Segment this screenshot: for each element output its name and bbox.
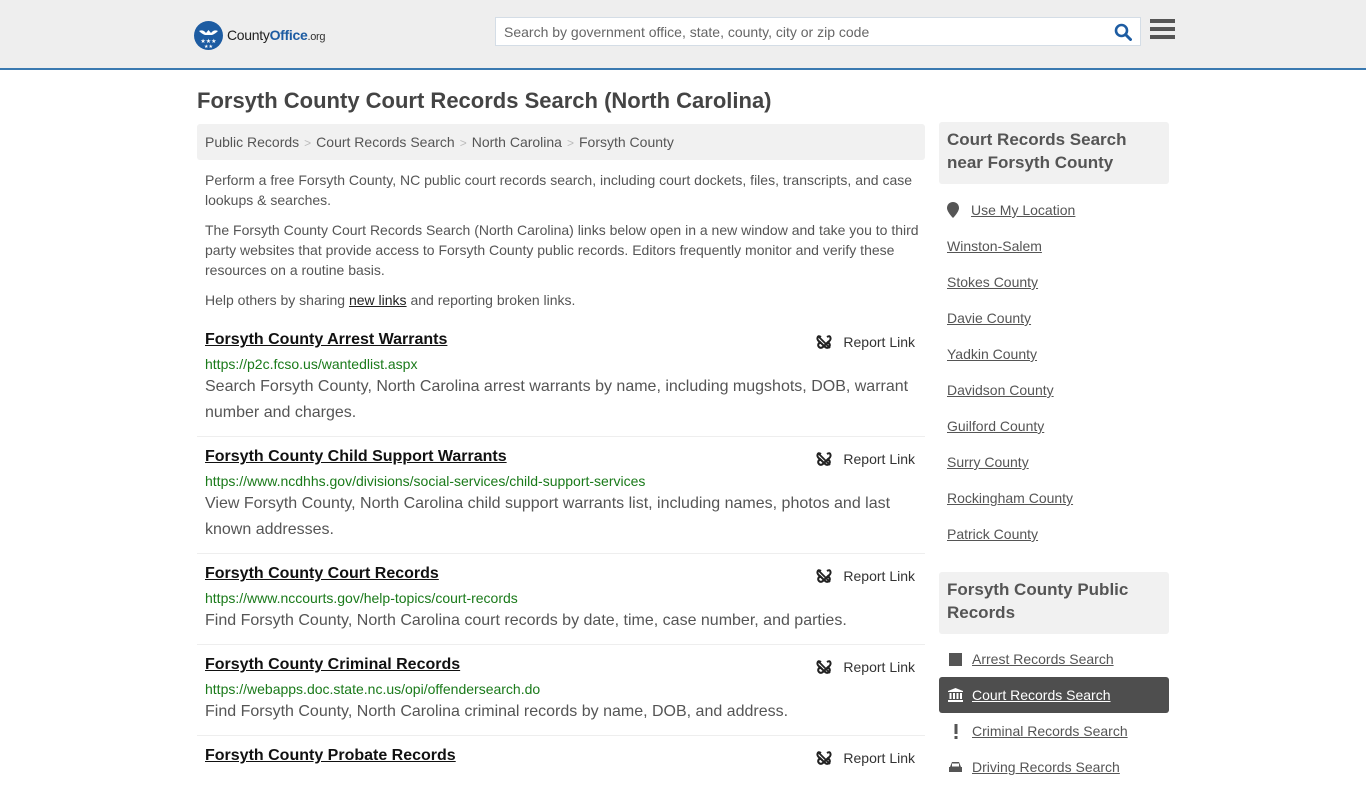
search-bar bbox=[495, 17, 1141, 46]
sidebar-item-label: Driving Records Search bbox=[972, 759, 1120, 775]
sidebar-item-court-records[interactable]: Court Records Search bbox=[939, 677, 1169, 713]
intro-text: and reporting broken links. bbox=[406, 292, 576, 308]
result-item: Forsyth County Court Records Report Link… bbox=[197, 564, 925, 645]
nearby-link-yadkin-county[interactable]: Yadkin County bbox=[947, 346, 1037, 362]
report-link-button[interactable]: Report Link bbox=[816, 568, 915, 584]
nearby-link-stokes-county[interactable]: Stokes County bbox=[947, 274, 1038, 290]
result-description: View Forsyth County, North Carolina chil… bbox=[205, 495, 891, 538]
use-my-location-label: Use My Location bbox=[971, 202, 1076, 218]
report-link-label: Report Link bbox=[843, 568, 915, 584]
car-icon bbox=[948, 760, 963, 775]
broken-link-icon bbox=[816, 569, 832, 583]
intro-paragraph-2: The Forsyth County Court Records Search … bbox=[205, 222, 919, 278]
site-logo[interactable]: ★★★ ★★ CountyOffice.org bbox=[194, 20, 326, 50]
exclamation-icon bbox=[948, 723, 963, 739]
broken-link-icon bbox=[816, 660, 832, 674]
breadcrumb-north-carolina[interactable]: North Carolina bbox=[472, 134, 562, 150]
nearby-link-guilford-county[interactable]: Guilford County bbox=[947, 418, 1044, 434]
result-description: Find Forsyth County, North Carolina crim… bbox=[205, 703, 789, 720]
breadcrumb-court-records-search[interactable]: Court Records Search bbox=[316, 134, 455, 150]
result-url: https://webapps.doc.state.nc.us/opi/offe… bbox=[205, 681, 541, 697]
intro-paragraph-1: Perform a free Forsyth County, NC public… bbox=[205, 172, 913, 208]
new-links-link[interactable]: new links bbox=[349, 292, 407, 308]
result-title-link[interactable]: Forsyth County Child Support Warrants bbox=[205, 447, 507, 467]
sidebar-item-label: Criminal Records Search bbox=[972, 723, 1128, 739]
eagle-logo-icon: ★★★ ★★ bbox=[194, 20, 223, 50]
result-item: Forsyth County Child Support Warrants Re… bbox=[197, 447, 925, 554]
result-item: Forsyth County Probate Records Report Li… bbox=[197, 746, 925, 786]
intro-text: Help others by sharing bbox=[205, 292, 349, 308]
public-records-heading: Forsyth County Public Records bbox=[939, 572, 1169, 634]
broken-link-icon bbox=[816, 452, 832, 466]
nearby-link-rockingham-county[interactable]: Rockingham County bbox=[947, 490, 1073, 506]
courthouse-icon bbox=[948, 688, 963, 703]
report-link-button[interactable]: Report Link bbox=[816, 659, 915, 675]
search-icon[interactable] bbox=[1114, 23, 1132, 41]
sidebar-item-label: Arrest Records Search bbox=[972, 651, 1114, 667]
nearby-heading: Court Records Search near Forsyth County bbox=[939, 122, 1169, 184]
logo-text: CountyOffice.org bbox=[227, 27, 326, 43]
sidebar-item-driving-records[interactable]: Driving Records Search bbox=[939, 749, 1169, 785]
breadcrumb-public-records[interactable]: Public Records bbox=[205, 134, 299, 150]
sidebar-item-arrest-records[interactable]: Arrest Records Search bbox=[939, 641, 1169, 677]
report-link-label: Report Link bbox=[843, 451, 915, 467]
result-title-link[interactable]: Forsyth County Arrest Warrants bbox=[205, 330, 447, 350]
result-description: Find Forsyth County, North Carolina cour… bbox=[205, 612, 847, 629]
intro-paragraph-3: Help others by sharing new links and rep… bbox=[205, 290, 920, 310]
result-item: Forsyth County Criminal Records Report L… bbox=[197, 655, 925, 736]
use-my-location-link[interactable]: Use My Location bbox=[947, 202, 1075, 218]
result-url: https://p2c.fcso.us/wantedlist.aspx bbox=[205, 356, 418, 372]
site-header: ★★★ ★★ CountyOffice.org bbox=[0, 0, 1366, 70]
result-url: https://www.ncdhhs.gov/divisions/social-… bbox=[205, 473, 646, 489]
nearby-link-patrick-county[interactable]: Patrick County bbox=[947, 526, 1038, 542]
page-title: Forsyth County Court Records Search (Nor… bbox=[197, 88, 772, 113]
map-marker-icon bbox=[947, 202, 959, 218]
breadcrumb-separator: > bbox=[459, 136, 467, 150]
sidebar-item-label: Court Records Search bbox=[972, 687, 1111, 703]
report-link-label: Report Link bbox=[843, 750, 915, 766]
report-link-button[interactable]: Report Link bbox=[816, 750, 915, 766]
result-title-link[interactable]: Forsyth County Criminal Records bbox=[205, 655, 460, 675]
result-title-link[interactable]: Forsyth County Court Records bbox=[205, 564, 439, 584]
breadcrumb-forsyth-county[interactable]: Forsyth County bbox=[579, 134, 674, 150]
result-item: Forsyth County Arrest Warrants Report Li… bbox=[197, 330, 925, 437]
result-title-link[interactable]: Forsyth County Probate Records bbox=[205, 746, 456, 766]
report-link-label: Report Link bbox=[843, 334, 915, 350]
result-description: Search Forsyth County, North Carolina ar… bbox=[205, 378, 909, 421]
breadcrumb-separator: > bbox=[566, 136, 574, 150]
nearby-link-davidson-county[interactable]: Davidson County bbox=[947, 382, 1054, 398]
broken-link-icon bbox=[816, 751, 832, 765]
nearby-link-winston-salem[interactable]: Winston-Salem bbox=[947, 238, 1042, 254]
report-link-button[interactable]: Report Link bbox=[816, 451, 915, 467]
breadcrumb: Public Records > Court Records Search > Nort… bbox=[197, 124, 925, 160]
report-link-label: Report Link bbox=[843, 659, 915, 675]
breadcrumb-separator: > bbox=[304, 136, 312, 150]
result-url: https://www.nccourts.gov/help-topics/cou… bbox=[205, 590, 518, 606]
report-link-button[interactable]: Report Link bbox=[816, 334, 915, 350]
nearby-link-surry-county[interactable]: Surry County bbox=[947, 454, 1029, 470]
square-icon bbox=[948, 652, 963, 667]
broken-link-icon bbox=[816, 335, 832, 349]
nearby-link-davie-county[interactable]: Davie County bbox=[947, 310, 1031, 326]
sidebar-item-criminal-records[interactable]: Criminal Records Search bbox=[939, 713, 1169, 749]
hamburger-menu-icon[interactable] bbox=[1150, 19, 1175, 41]
svg-text:★★: ★★ bbox=[204, 44, 213, 50]
search-input[interactable] bbox=[496, 18, 1106, 45]
